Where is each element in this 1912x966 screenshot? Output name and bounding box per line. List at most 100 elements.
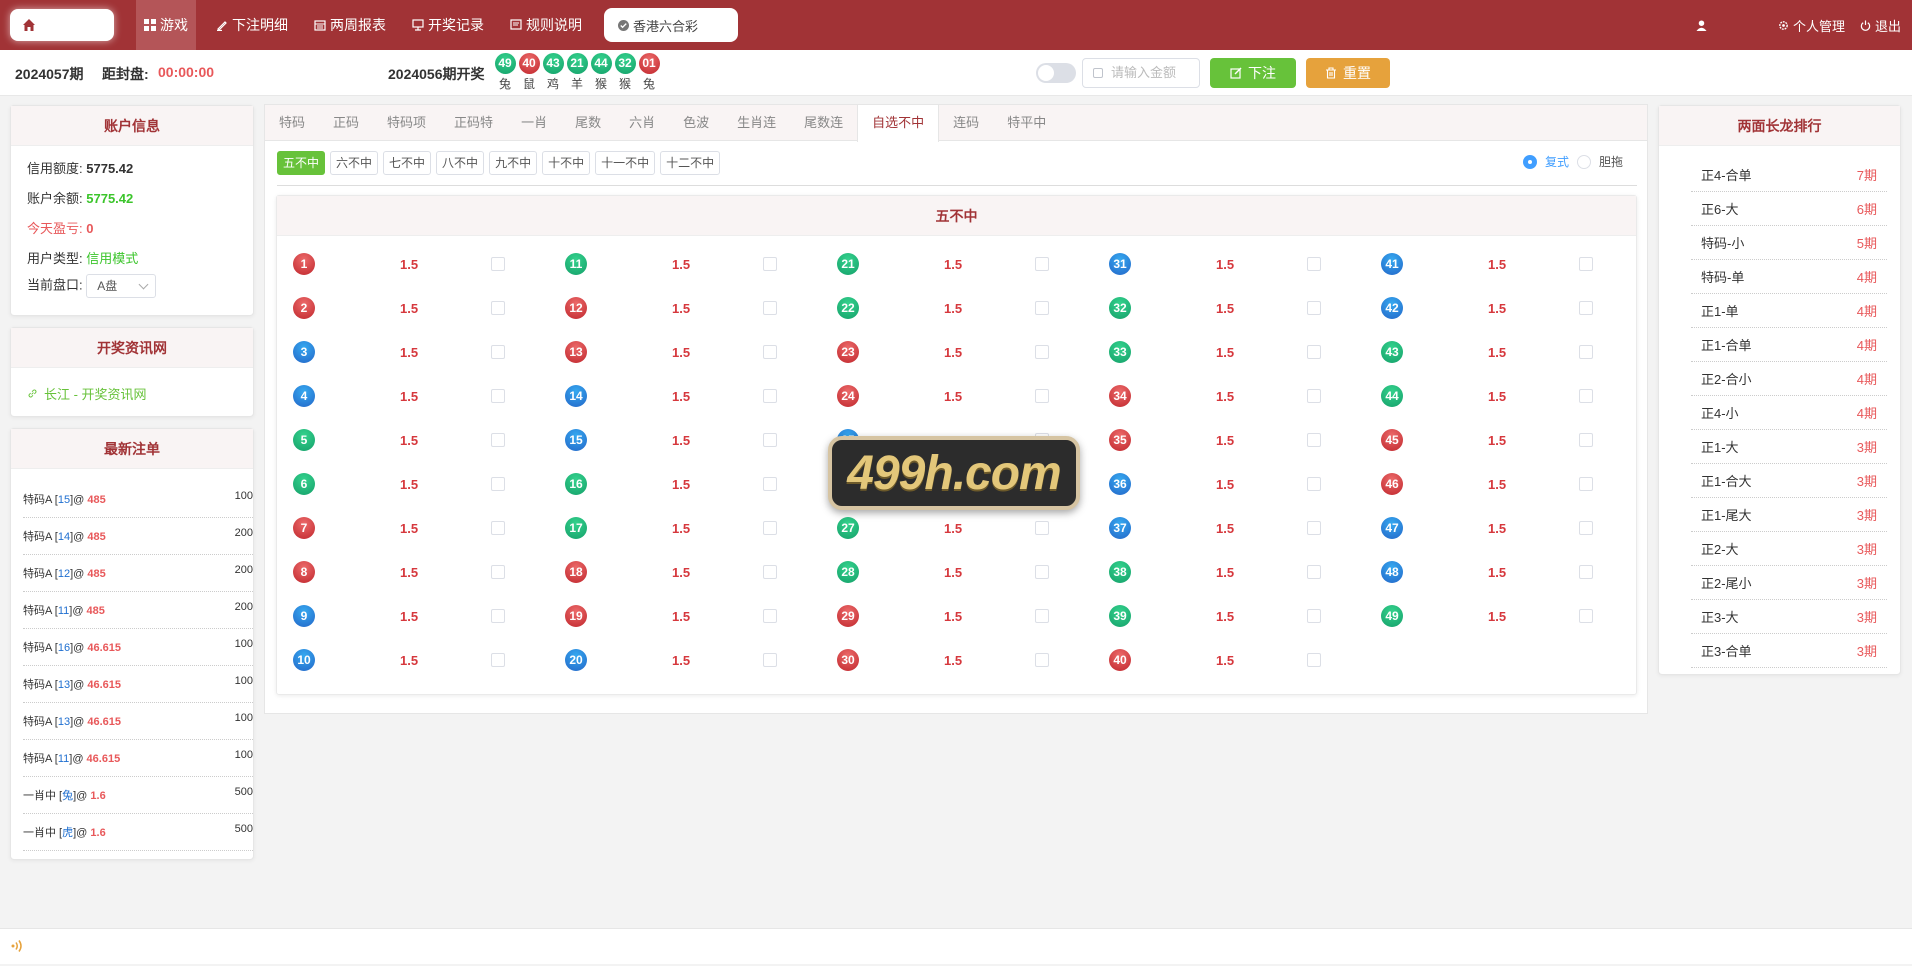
- amount-input[interactable]: 请输入金额: [1082, 58, 1200, 88]
- subtab-3[interactable]: 八不中: [436, 151, 485, 175]
- number-checkbox[interactable]: [1579, 301, 1593, 315]
- number-checkbox[interactable]: [1307, 653, 1321, 667]
- subtab-1[interactable]: 六不中: [330, 151, 379, 175]
- nav-item-two-week-report[interactable]: 两周报表: [306, 0, 394, 50]
- number-checkbox[interactable]: [1579, 389, 1593, 403]
- number-checkbox[interactable]: [1307, 433, 1321, 447]
- tab-2[interactable]: 特码项: [373, 105, 440, 141]
- number-checkbox[interactable]: [491, 433, 505, 447]
- market-select[interactable]: A盘: [86, 274, 157, 298]
- number-checkbox[interactable]: [763, 257, 777, 271]
- quick-bet-toggle[interactable]: [1036, 63, 1076, 83]
- lottery-selector[interactable]: 香港六合彩: [604, 8, 738, 42]
- number-checkbox[interactable]: [1035, 565, 1049, 579]
- number-checkbox[interactable]: [1035, 521, 1049, 535]
- number-checkbox[interactable]: [763, 609, 777, 623]
- number-checkbox[interactable]: [1579, 521, 1593, 535]
- number-checkbox[interactable]: [763, 565, 777, 579]
- number-checkbox[interactable]: [1307, 301, 1321, 315]
- nav-item-rules[interactable]: 规则说明: [502, 0, 590, 50]
- mode-radio-banker[interactable]: 胆拖: [1576, 153, 1623, 170]
- number-checkbox[interactable]: [491, 521, 505, 535]
- bet-odds: 485: [87, 568, 106, 580]
- number-checkbox[interactable]: [1579, 477, 1593, 491]
- number-checkbox[interactable]: [1035, 345, 1049, 359]
- home-button[interactable]: [10, 9, 114, 41]
- number-checkbox[interactable]: [491, 477, 505, 491]
- number-checkbox[interactable]: [763, 477, 777, 491]
- tab-11[interactable]: 连码: [939, 105, 993, 141]
- number-checkbox[interactable]: [491, 257, 505, 271]
- number-ball: 4: [293, 385, 315, 407]
- number-checkbox[interactable]: [491, 565, 505, 579]
- nav-item-draw-history[interactable]: 开奖记录: [404, 0, 492, 50]
- subtab-2[interactable]: 七不中: [383, 151, 432, 175]
- number-checkbox[interactable]: [763, 521, 777, 535]
- subtab-6[interactable]: 十一不中: [595, 151, 656, 175]
- tab-12[interactable]: 特平中: [993, 105, 1060, 141]
- last-draw-label: 2024056期开奖: [388, 66, 485, 82]
- personal-management-link[interactable]: 个人管理: [1778, 0, 1845, 50]
- subtab-4[interactable]: 九不中: [489, 151, 538, 175]
- number-checkbox[interactable]: [1035, 301, 1049, 315]
- number-checkbox[interactable]: [1579, 433, 1593, 447]
- number-checkbox[interactable]: [1307, 477, 1321, 491]
- tab-6[interactable]: 六肖: [615, 105, 669, 141]
- tab-10[interactable]: 自选不中: [857, 105, 940, 142]
- number-checkbox[interactable]: [491, 389, 505, 403]
- reset-button[interactable]: 重置: [1306, 58, 1390, 88]
- subtab-5[interactable]: 十不中: [542, 151, 591, 175]
- number-checkbox[interactable]: [763, 653, 777, 667]
- number-checkbox[interactable]: [1307, 521, 1321, 535]
- bet-number: 11: [57, 605, 70, 617]
- bet-desc: 特码A [12]@ 485: [23, 565, 106, 581]
- period-bar: 2024057期 距封盘: 00:00:00 2024056期开奖 49 兔 40 鼠…: [0, 50, 1912, 96]
- tab-9[interactable]: 尾数连: [790, 105, 857, 141]
- mode-radio-compound[interactable]: 复式: [1522, 153, 1569, 170]
- number-checkbox[interactable]: [1307, 257, 1321, 271]
- tab-1[interactable]: 正码: [319, 105, 373, 141]
- user-button[interactable]: [1696, 0, 1707, 50]
- number-checkbox[interactable]: [1579, 257, 1593, 271]
- number-checkbox[interactable]: [763, 301, 777, 315]
- number-checkbox[interactable]: [1035, 257, 1049, 271]
- number-checkbox[interactable]: [1307, 345, 1321, 359]
- number-checkbox[interactable]: [491, 609, 505, 623]
- number-checkbox[interactable]: [1579, 345, 1593, 359]
- bet-prefix: 一肖中 [: [23, 827, 63, 839]
- number-checkbox[interactable]: [491, 345, 505, 359]
- tab-8[interactable]: 生肖连: [723, 105, 790, 141]
- tab-4[interactable]: 一肖: [507, 105, 561, 141]
- number-ball: 32: [1109, 297, 1131, 319]
- number-checkbox[interactable]: [1035, 653, 1049, 667]
- number-checkbox[interactable]: [1579, 609, 1593, 623]
- nav-item-game[interactable]: 游戏: [136, 0, 196, 50]
- number-checkbox[interactable]: [1035, 389, 1049, 403]
- number-checkbox[interactable]: [1035, 609, 1049, 623]
- bet-row: 特码A [12]@ 485 200: [23, 555, 253, 592]
- number-checkbox[interactable]: [763, 433, 777, 447]
- amount-placeholder: 请输入金额: [1111, 65, 1177, 80]
- tab-7[interactable]: 色波: [669, 105, 723, 141]
- number-checkbox[interactable]: [763, 345, 777, 359]
- nav-item-bet-details[interactable]: 下注明细: [208, 0, 296, 50]
- subtab-0[interactable]: 五不中: [277, 151, 326, 175]
- tab-5[interactable]: 尾数: [561, 105, 615, 141]
- number-checkbox[interactable]: [1307, 389, 1321, 403]
- broadcast-icon[interactable]: [10, 939, 24, 953]
- tab-0[interactable]: 特码: [265, 105, 319, 141]
- number-checkbox[interactable]: [1307, 565, 1321, 579]
- number-checkbox[interactable]: [1307, 609, 1321, 623]
- number-checkbox[interactable]: [763, 389, 777, 403]
- draw-ball: 32 猴: [614, 53, 636, 92]
- number-checkbox[interactable]: [491, 653, 505, 667]
- news-link[interactable]: 长江 - 开奖资讯网: [27, 384, 147, 403]
- logout-link[interactable]: 退出: [1860, 0, 1901, 50]
- odds-value: 1.5: [400, 257, 419, 272]
- tab-3[interactable]: 正码特: [440, 105, 507, 141]
- number-checkbox[interactable]: [1579, 565, 1593, 579]
- subtab-7[interactable]: 十二不中: [660, 151, 721, 175]
- number-ball: 31: [1109, 253, 1131, 275]
- number-checkbox[interactable]: [491, 301, 505, 315]
- place-bet-button[interactable]: 下注: [1210, 58, 1296, 88]
